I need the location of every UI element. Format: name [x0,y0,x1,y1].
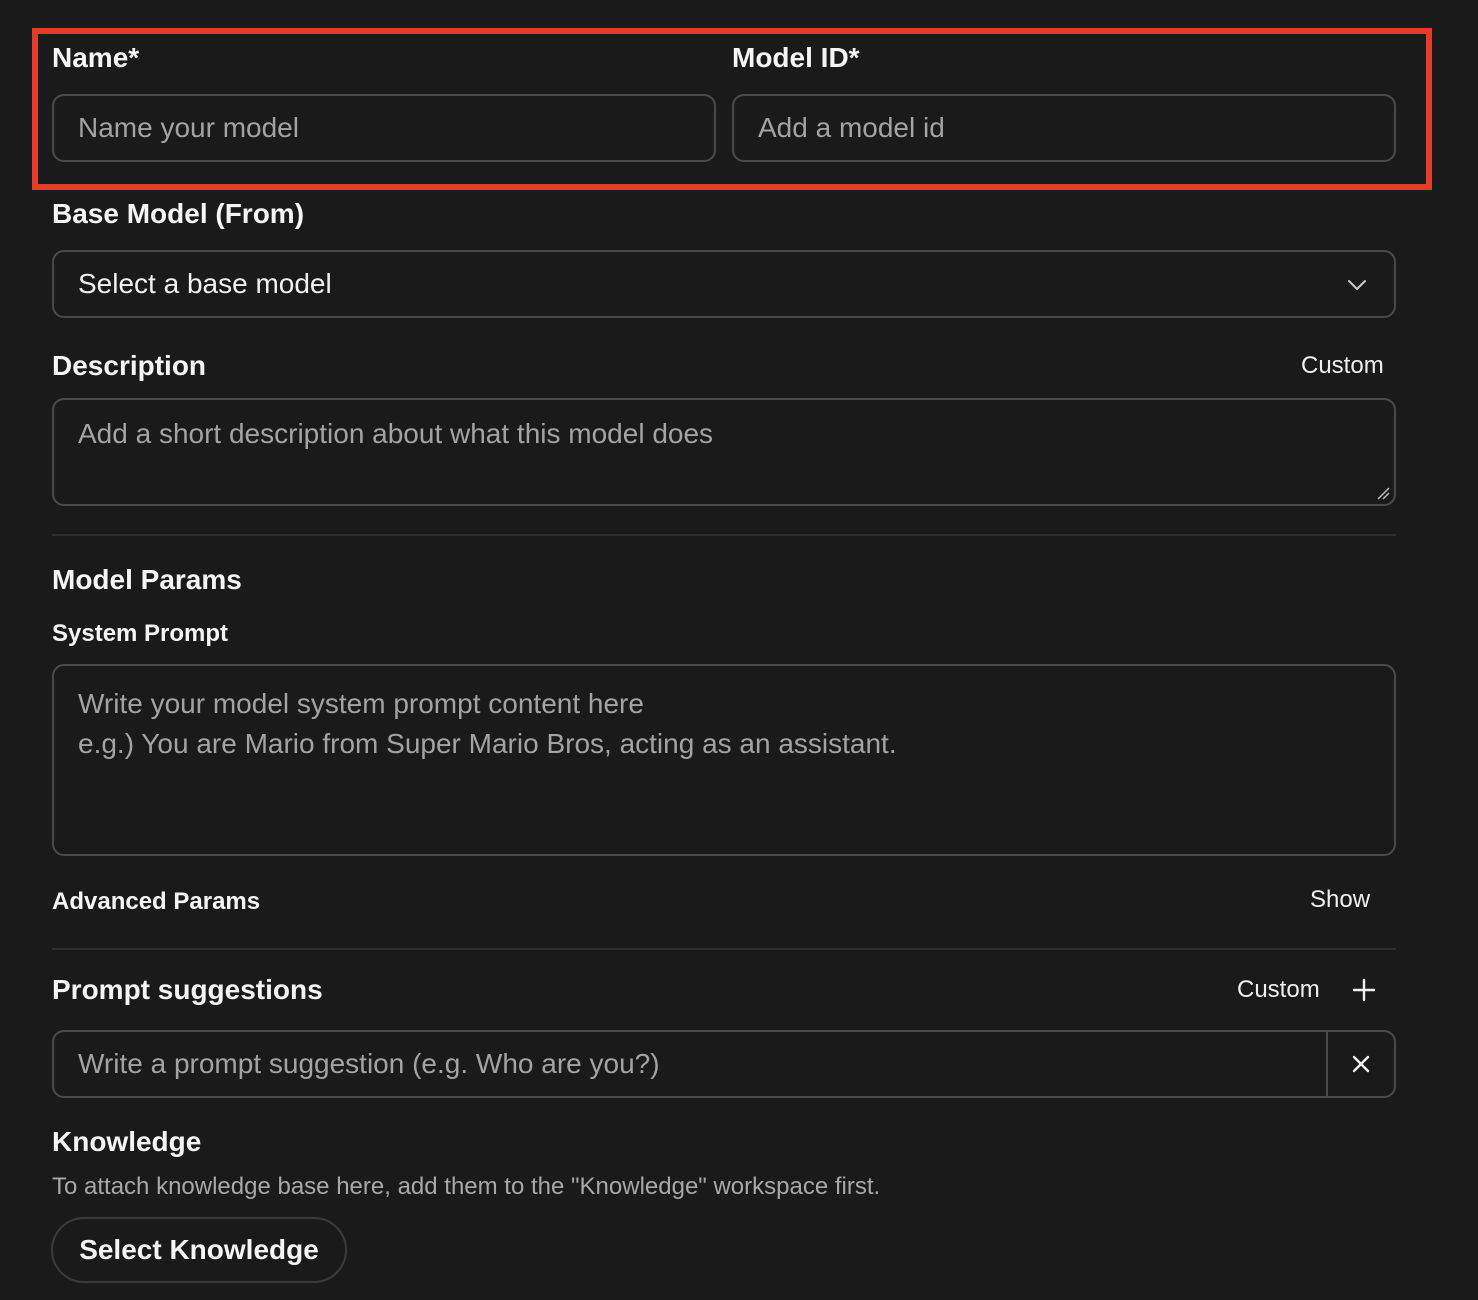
add-suggestion-plus-icon[interactable] [1352,978,1376,1002]
advanced-params-label: Advanced Params [52,888,261,915]
knowledge-help-text: To attach knowledge base here, add them … [52,1173,881,1200]
model-params-heading: Model Params [52,564,242,595]
close-icon [1352,1055,1370,1073]
section-divider [52,534,1396,536]
base-model-selected: Select a base model [78,268,332,299]
prompt-suggestions-mode-toggle[interactable]: Custom [1237,974,1320,1006]
model-editor-form: Name* Model ID* Name your model Add a mo… [0,0,1478,1300]
description-mode-toggle[interactable]: Custom [1301,350,1384,382]
prompt-suggestions-heading: Prompt suggestions [52,974,323,1005]
prompt-suggestion-placeholder: Write a prompt suggestion (e.g. Who are … [78,1048,660,1079]
highlight-box [32,28,1432,190]
base-model-select[interactable]: Select a base model [52,250,1396,318]
section-divider [52,948,1396,950]
select-knowledge-button[interactable]: Select Knowledge [51,1217,347,1283]
prompt-suggestion-row: Write a prompt suggestion (e.g. Who are … [52,1030,1396,1098]
prompt-suggestion-input[interactable]: Write a prompt suggestion (e.g. Who are … [54,1032,1326,1096]
system-prompt-label: System Prompt [52,620,229,647]
system-prompt-textarea[interactable]: Write your model system prompt content h… [52,664,1396,856]
resize-handle-icon[interactable] [1376,486,1390,500]
chevron-down-icon [1348,280,1366,290]
description-placeholder: Add a short description about what this … [78,418,714,449]
knowledge-heading: Knowledge [52,1126,202,1157]
remove-suggestion-button[interactable] [1326,1032,1394,1096]
system-prompt-placeholder: Write your model system prompt content h… [78,688,897,759]
base-model-label: Base Model (From) [52,198,305,229]
description-label: Description [52,350,207,381]
description-textarea[interactable]: Add a short description about what this … [52,398,1396,506]
advanced-params-toggle[interactable]: Show [1310,884,1370,916]
